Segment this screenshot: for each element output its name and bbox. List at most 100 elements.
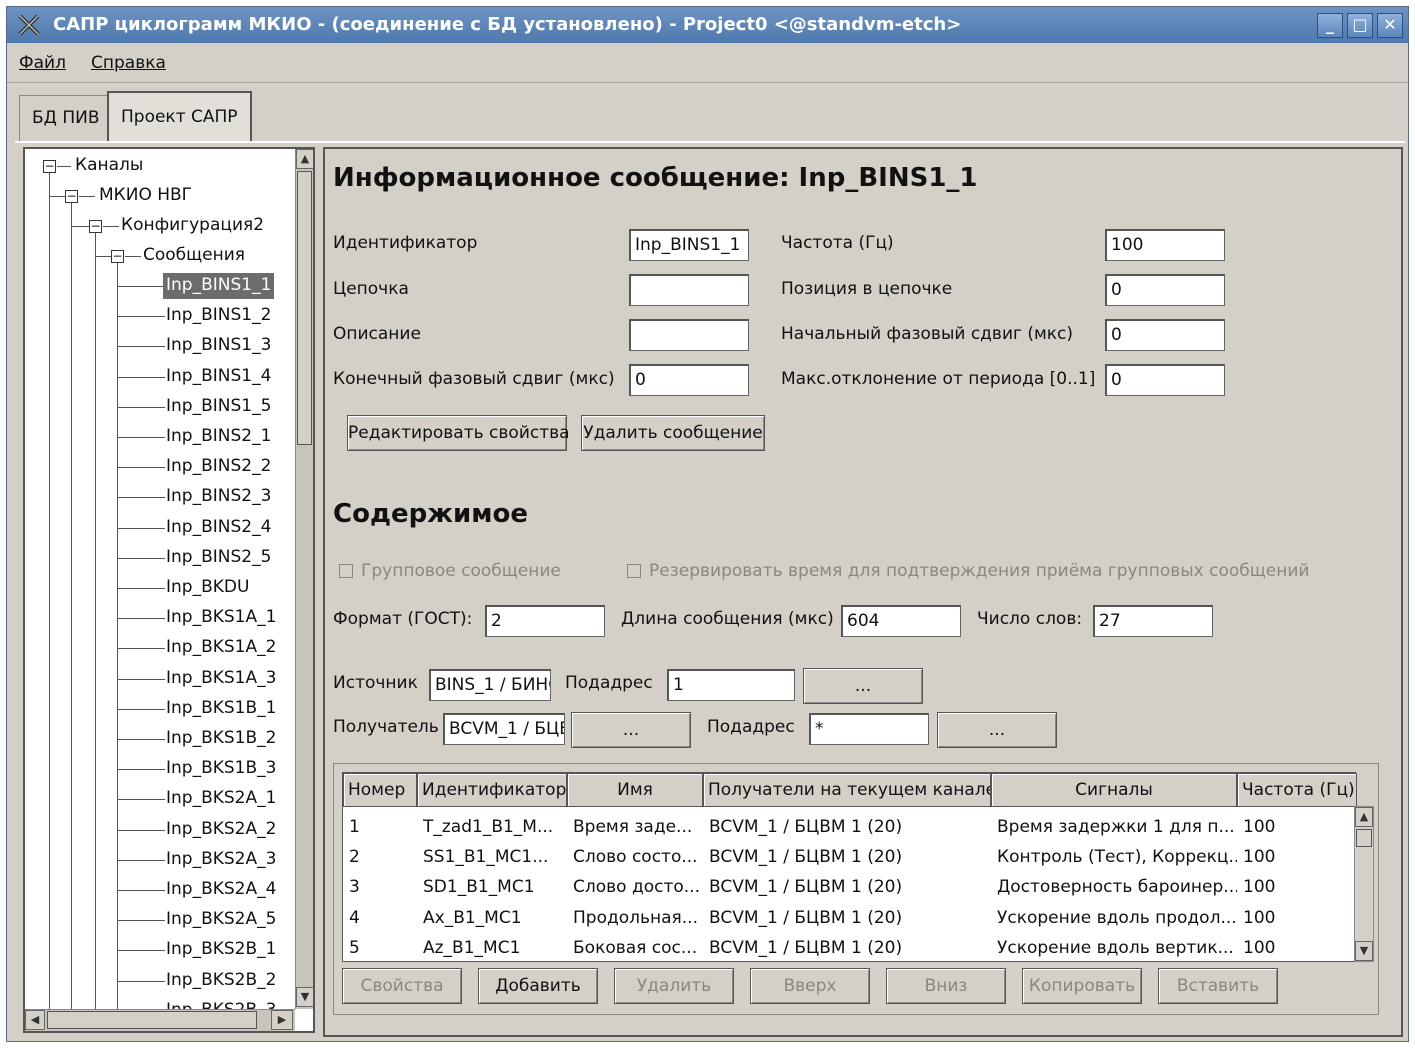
scroll-right-icon[interactable]: ▶: [271, 1010, 293, 1030]
scroll-down-icon[interactable]: ▼: [1355, 941, 1373, 961]
table-cell: 100: [1243, 817, 1276, 837]
delete-button[interactable]: Удалить: [614, 968, 734, 1004]
tree-item-message[interactable]: Inp_BKS2A_4: [166, 877, 276, 903]
tree-item-message[interactable]: Inp_BKS2B_1: [166, 937, 276, 963]
move-down-button[interactable]: Вниз: [886, 968, 1006, 1004]
tree-node-channel[interactable]: МКИО НВГ: [99, 183, 192, 209]
reserve-time-checkbox[interactable]: Резервировать время для подтверждения пр…: [627, 561, 1309, 583]
content-heading: Содержимое: [333, 499, 529, 529]
receiver-subaddress-input[interactable]: *: [809, 713, 929, 745]
table-row[interactable]: 4 Ax_B1_MC1 Продольная... BCVM_1 / БЦВМ 1 (…: [343, 904, 1355, 932]
description-input[interactable]: [629, 319, 749, 351]
title-bar[interactable]: САПР циклограмм МКИО - (соединение с БД …: [7, 7, 1408, 43]
properties-button[interactable]: Свойства: [342, 968, 462, 1004]
tab-project-sapr[interactable]: Проект САПР: [107, 91, 252, 141]
end-phase-input[interactable]: 0: [629, 364, 749, 396]
source-subaddress-input[interactable]: 1: [667, 669, 795, 701]
words-table[interactable]: Номер Идентификатор Имя Получатели на те…: [342, 772, 1357, 962]
tree-item-message[interactable]: Inp_BKDU: [166, 575, 249, 601]
maximize-button[interactable]: □: [1347, 13, 1373, 38]
paste-button[interactable]: Вставить: [1158, 968, 1278, 1004]
menu-help[interactable]: Справка: [91, 53, 166, 73]
collapse-icon[interactable]: −: [43, 160, 56, 173]
tree-node-messages[interactable]: Сообщения: [143, 243, 245, 269]
menu-file[interactable]: Файл: [19, 53, 66, 73]
column-header-frequency[interactable]: Частота (Гц): [1237, 773, 1357, 807]
frequency-input[interactable]: 100: [1105, 229, 1225, 261]
minimize-button[interactable]: _: [1317, 13, 1343, 38]
tree-item-message[interactable]: Inp_BKS1B_3: [166, 756, 276, 782]
tree-item-message[interactable]: Inp_BINS2_3: [166, 484, 271, 510]
tree-vertical-scrollbar[interactable]: ▲ ▼: [295, 149, 313, 1009]
tree-item-message[interactable]: Inp_BKS2A_2: [166, 817, 276, 843]
column-header-name[interactable]: Имя: [567, 773, 703, 807]
collapse-icon[interactable]: −: [89, 220, 102, 233]
table-row[interactable]: 5 Az_B1_MC1 Боковая сос... BCVM_1 / БЦВМ 1 …: [343, 934, 1355, 962]
receiver-subaddress-browse-button[interactable]: ...: [937, 712, 1057, 748]
receiver-browse-button[interactable]: ...: [571, 712, 691, 748]
table-row[interactable]: 1 T_zad1_B1_M... Время заде... BCVM_1 / БЦВ…: [343, 813, 1355, 841]
tree-item-message[interactable]: Inp_BKS1A_1: [166, 605, 276, 631]
scroll-thumb[interactable]: [47, 1011, 257, 1029]
tree-node-channels[interactable]: Каналы: [75, 153, 143, 179]
table-cell: 5: [349, 937, 360, 958]
tab-bd-piv[interactable]: БД ПИВ: [19, 95, 113, 141]
close-button[interactable]: ✕: [1377, 13, 1403, 38]
chain-input[interactable]: [629, 274, 749, 306]
tree-item-message[interactable]: Inp_BINS2_4: [166, 515, 271, 541]
table-cell: 100: [1243, 907, 1276, 928]
start-phase-input[interactable]: 0: [1105, 319, 1225, 351]
channel-tree[interactable]: − Каналы − МКИО НВГ − Конфигурация2 − Со…: [23, 147, 315, 1033]
tree-item-message[interactable]: Inp_BKS2A_3: [166, 847, 276, 873]
receiver-input[interactable]: BCVM_1 / БЦВМ: [443, 713, 565, 745]
source-subaddress-browse-button[interactable]: ...: [803, 668, 923, 704]
table-row[interactable]: 3 SD1_B1_MC1 Слово досто... BCVM_1 / БЦВМ 1…: [343, 873, 1355, 901]
delete-message-button[interactable]: Удалить сообщение: [581, 415, 765, 451]
tree-item-message[interactable]: Inp_BKS1A_2: [166, 635, 276, 661]
tree-item-message[interactable]: Inp_BINS1_1: [163, 273, 275, 299]
chain-position-input[interactable]: 0: [1105, 274, 1225, 306]
tree-item-message[interactable]: Inp_BINS1_4: [166, 364, 271, 390]
column-header-number[interactable]: Номер: [343, 773, 417, 807]
group-message-checkbox[interactable]: Групповое сообщение: [339, 561, 599, 583]
tree-node-config[interactable]: Конфигурация2: [121, 213, 264, 239]
tree-item-message[interactable]: Inp_BKS2B_2: [166, 968, 276, 994]
column-header-signals[interactable]: Сигналы: [991, 773, 1237, 807]
tree-item-message[interactable]: Inp_BINS1_5: [166, 394, 271, 420]
tree-item-message[interactable]: Inp_BKS2A_5: [166, 907, 276, 933]
format-input[interactable]: 2: [485, 605, 605, 637]
scroll-thumb[interactable]: [297, 171, 312, 445]
tree-item-message[interactable]: Inp_BKS1B_2: [166, 726, 276, 752]
tree-item-message[interactable]: Inp_BINS1_3: [166, 333, 271, 359]
table-cell: BCVM_1 / БЦВМ 1 (20): [709, 817, 903, 837]
copy-button[interactable]: Копировать: [1022, 968, 1142, 1004]
collapse-icon[interactable]: −: [111, 250, 124, 263]
collapse-icon[interactable]: −: [65, 190, 78, 203]
tree-item-message[interactable]: Inp_BKS2A_1: [166, 786, 276, 812]
identifier-input[interactable]: Inp_BINS1_1: [629, 229, 749, 261]
tree-item-message[interactable]: Inp_BINS2_1: [166, 424, 271, 450]
tree-item-message[interactable]: Inp_BINS2_2: [166, 454, 271, 480]
edit-properties-button[interactable]: Редактировать свойства: [347, 415, 570, 451]
scroll-thumb[interactable]: [1356, 829, 1372, 847]
tree-item-message[interactable]: Inp_BKS1A_3: [166, 666, 276, 692]
scroll-left-icon[interactable]: ◀: [25, 1010, 45, 1030]
tree-item-message[interactable]: Inp_BINS1_2: [166, 303, 271, 329]
table-cell: Продольная...: [573, 907, 698, 928]
scroll-up-icon[interactable]: ▲: [1355, 807, 1373, 827]
message-length-input[interactable]: 604: [841, 605, 961, 637]
add-button[interactable]: Добавить: [478, 968, 598, 1004]
tree-item-message[interactable]: Inp_BINS2_5: [166, 545, 271, 571]
column-header-identifier[interactable]: Идентификатор: [417, 773, 567, 807]
table-row[interactable]: 2 SS1_B1_MC1... Слово состо... BCVM_1 / БЦВ…: [343, 843, 1355, 871]
table-vertical-scrollbar[interactable]: ▲ ▼: [1354, 806, 1374, 962]
move-up-button[interactable]: Вверх: [750, 968, 870, 1004]
column-header-receivers[interactable]: Получатели на текущем канале: [703, 773, 991, 807]
max-deviation-input[interactable]: 0: [1105, 364, 1225, 396]
word-count-input[interactable]: 27: [1093, 605, 1213, 637]
tree-horizontal-scrollbar[interactable]: ◀ ▶: [25, 1009, 295, 1031]
scroll-down-icon[interactable]: ▼: [296, 987, 313, 1007]
tree-item-message[interactable]: Inp_BKS1B_1: [166, 696, 276, 722]
scroll-up-icon[interactable]: ▲: [296, 149, 313, 169]
source-input[interactable]: BINS_1 / БИНС: [429, 669, 551, 701]
